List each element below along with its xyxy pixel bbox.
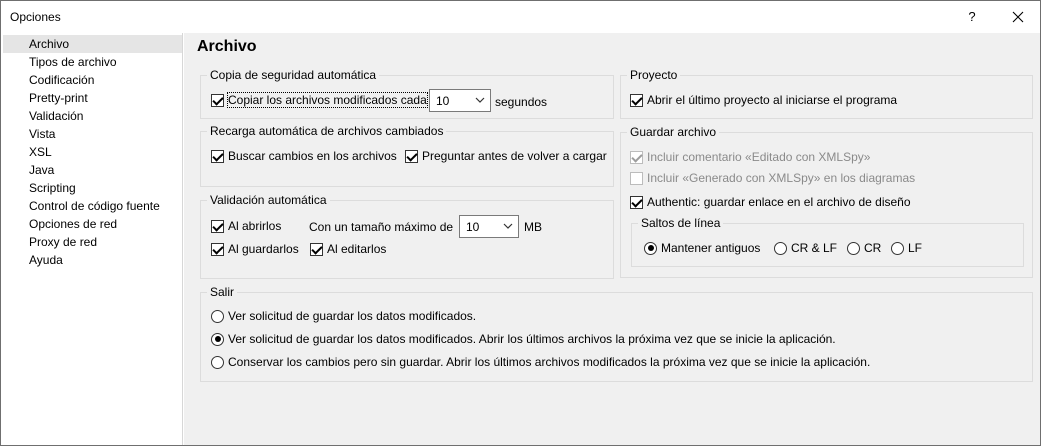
title-bar: Opciones ? [1, 1, 1040, 32]
checkbox-box [630, 195, 643, 209]
exit-legend: Salir [207, 285, 238, 299]
save-authentic-label: Authentic: guardar enlace en el archivo … [647, 195, 911, 209]
reload-group: Recarga automática de archivos cambiados… [200, 124, 614, 187]
validation-max-size-unit: MB [524, 220, 542, 234]
exit-option-prompt-radio[interactable]: Ver solicitud de guardar los datos modif… [211, 308, 476, 324]
reload-ask-label: Preguntar antes de volver a cargar [422, 149, 607, 163]
close-button[interactable] [995, 1, 1041, 32]
save-authentic-checkbox[interactable]: Authentic: guardar enlace en el archivo … [630, 194, 911, 210]
sidebar-item-codificacion[interactable]: Codificación [3, 71, 182, 89]
validation-max-size-value: 10 [466, 219, 480, 234]
sidebar-item-proxy-de-red[interactable]: Proxy de red [3, 233, 182, 251]
save-generated-checkbox[interactable]: Incluir «Generado con XMLSpy» en los dia… [630, 170, 915, 186]
save-legend: Guardar archivo [627, 125, 720, 139]
sidebar-item-vista[interactable]: Vista [3, 125, 182, 143]
checkbox-box [211, 242, 224, 256]
reload-search-checkbox[interactable]: Buscar cambios en los archivos [211, 148, 397, 164]
checkbox-box [405, 149, 418, 163]
reload-ask-checkbox[interactable]: Preguntar antes de volver a cargar [405, 148, 607, 164]
sidebar-item-ayuda[interactable]: Ayuda [3, 251, 182, 269]
line-breaks-cr-label: CR [864, 241, 882, 255]
line-breaks-group: Saltos de línea Mantener antiguos CR & L… [631, 216, 1024, 267]
line-breaks-keep-radio[interactable]: Mantener antiguos [644, 240, 760, 256]
save-generated-label: Incluir «Generado con XMLSpy» en los dia… [647, 171, 916, 185]
project-open-last-checkbox[interactable]: Abrir el último proyecto al iniciarse el… [630, 92, 897, 108]
chevron-down-icon [475, 97, 485, 103]
checkbox-box [630, 171, 643, 185]
radio-dot [211, 332, 224, 346]
checkbox-box [630, 93, 643, 107]
sidebar-item-scripting[interactable]: Scripting [3, 179, 182, 197]
project-legend: Proyecto [627, 68, 681, 82]
category-list: Archivo Tipos de archivo Codificación Pr… [3, 33, 183, 445]
backup-interval-value: 10 [436, 93, 450, 108]
sidebar-item-opciones-de-red[interactable]: Opciones de red [3, 215, 182, 233]
backup-group: Copia de seguridad automática Copiar los… [200, 68, 614, 119]
validation-on-save-label: Al guardarlos [228, 242, 299, 256]
validation-on-open-checkbox[interactable]: Al abrirlos [211, 218, 281, 234]
backup-legend: Copia de seguridad automática [207, 68, 380, 82]
save-group: Guardar archivo Incluir comentario «Edit… [620, 125, 1033, 278]
line-breaks-lf-radio[interactable]: LF [891, 240, 922, 256]
exit-group: Salir Ver solicitud de guardar los datos… [200, 285, 1033, 382]
validation-group: Validación automática Al abrirlos Con un… [200, 193, 614, 279]
sidebar-item-control-de-codigo-fuente[interactable]: Control de código fuente [3, 197, 182, 215]
checkbox-box [211, 219, 224, 233]
exit-option-prompt-reopen-radio[interactable]: Ver solicitud de guardar los datos modif… [211, 331, 836, 347]
exit-option-keep-label: Conservar los cambios pero sin guardar. … [228, 355, 871, 369]
radio-dot [644, 241, 657, 255]
chevron-down-icon [503, 223, 513, 229]
validation-legend: Validación automática [207, 193, 330, 207]
line-breaks-legend: Saltos de línea [638, 216, 724, 230]
backup-copy-checkbox[interactable]: Copiar los archivos modificados cada [211, 92, 428, 108]
exit-option-prompt-label: Ver solicitud de guardar los datos modif… [228, 309, 477, 323]
line-breaks-crlf-radio[interactable]: CR & LF [774, 240, 837, 256]
sidebar-item-pretty-print[interactable]: Pretty-print [3, 89, 182, 107]
radio-dot [211, 309, 224, 323]
exit-option-prompt-reopen-label: Ver solicitud de guardar los datos modif… [228, 332, 836, 346]
sidebar-item-archivo[interactable]: Archivo [3, 35, 182, 53]
validation-on-open-label: Al abrirlos [228, 219, 282, 233]
window-title: Opciones [10, 10, 61, 24]
exit-option-keep-radio[interactable]: Conservar los cambios pero sin guardar. … [211, 354, 870, 370]
sidebar-item-java[interactable]: Java [3, 161, 182, 179]
options-dialog: Opciones ? Archivo Tipos de archivo Codi… [0, 0, 1041, 446]
checkbox-box [211, 149, 224, 163]
line-breaks-cr-radio[interactable]: CR [847, 240, 881, 256]
backup-interval-select[interactable]: 10 [429, 89, 491, 112]
help-button[interactable]: ? [949, 1, 995, 32]
validation-max-size-select[interactable]: 10 [459, 215, 519, 238]
options-panel: Archivo Copia de seguridad automática Co… [184, 33, 1040, 445]
validation-on-save-checkbox[interactable]: Al guardarlos [211, 241, 299, 257]
save-comment-label: Incluir comentario «Editado con XMLSpy» [647, 150, 871, 164]
validation-max-size-label: Con un tamaño máximo de [309, 220, 454, 234]
validation-on-edit-checkbox[interactable]: Al editarlos [310, 241, 386, 257]
reload-search-label: Buscar cambios en los archivos [228, 149, 397, 163]
save-comment-checkbox[interactable]: Incluir comentario «Editado con XMLSpy» [630, 149, 870, 165]
sidebar-item-validacion[interactable]: Validación [3, 107, 182, 125]
checkbox-box [211, 93, 224, 107]
radio-dot [774, 241, 787, 255]
project-group: Proyecto Abrir el último proyecto al ini… [620, 68, 1033, 119]
close-icon [1012, 11, 1024, 22]
page-title: Archivo [197, 38, 257, 55]
sidebar-item-xsl[interactable]: XSL [3, 143, 182, 161]
line-breaks-lf-label: LF [908, 241, 923, 255]
project-open-last-label: Abrir el último proyecto al iniciarse el… [647, 93, 898, 107]
line-breaks-crlf-label: CR & LF [791, 241, 838, 255]
line-breaks-keep-label: Mantener antiguos [661, 241, 761, 255]
checkbox-box [310, 242, 323, 256]
radio-dot [891, 241, 904, 255]
checkbox-box [630, 150, 643, 164]
reload-legend: Recarga automática de archivos cambiados [207, 124, 447, 138]
validation-on-edit-label: Al editarlos [327, 242, 387, 256]
sidebar-item-tipos-de-archivo[interactable]: Tipos de archivo [3, 53, 182, 71]
backup-copy-label: Copiar los archivos modificados cada [227, 92, 428, 108]
radio-dot [211, 355, 224, 369]
backup-interval-unit: segundos [495, 95, 548, 109]
radio-dot [847, 241, 860, 255]
